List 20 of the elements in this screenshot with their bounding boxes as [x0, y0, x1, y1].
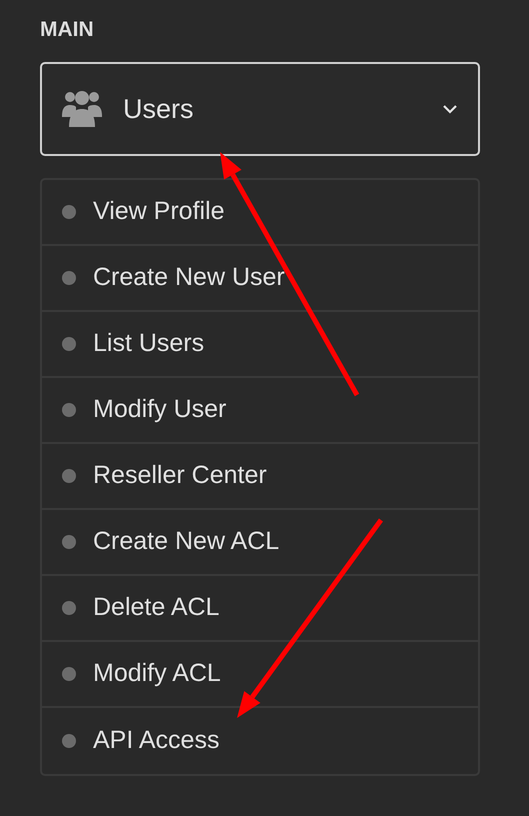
section-heading: MAIN: [40, 18, 95, 42]
bullet-icon: [62, 734, 76, 748]
submenu-item[interactable]: List Users: [42, 312, 478, 378]
submenu-item[interactable]: Create New ACL: [42, 510, 478, 576]
users-icon: [62, 90, 102, 128]
bullet-icon: [62, 535, 76, 549]
submenu-item[interactable]: Delete ACL: [42, 576, 478, 642]
bullet-icon: [62, 469, 76, 483]
bullet-icon: [62, 205, 76, 219]
submenu-item[interactable]: Modify User: [42, 378, 478, 444]
bullet-icon: [62, 271, 76, 285]
bullet-icon: [62, 601, 76, 615]
submenu-item[interactable]: View Profile: [42, 180, 478, 246]
submenu-item[interactable]: Reseller Center: [42, 444, 478, 510]
bullet-icon: [62, 403, 76, 417]
bullet-icon: [62, 667, 76, 681]
bullet-icon: [62, 337, 76, 351]
chevron-icon: [442, 104, 458, 114]
users-dropdown[interactable]: Users: [40, 62, 480, 156]
submenu-item[interactable]: Create New User: [42, 246, 478, 312]
